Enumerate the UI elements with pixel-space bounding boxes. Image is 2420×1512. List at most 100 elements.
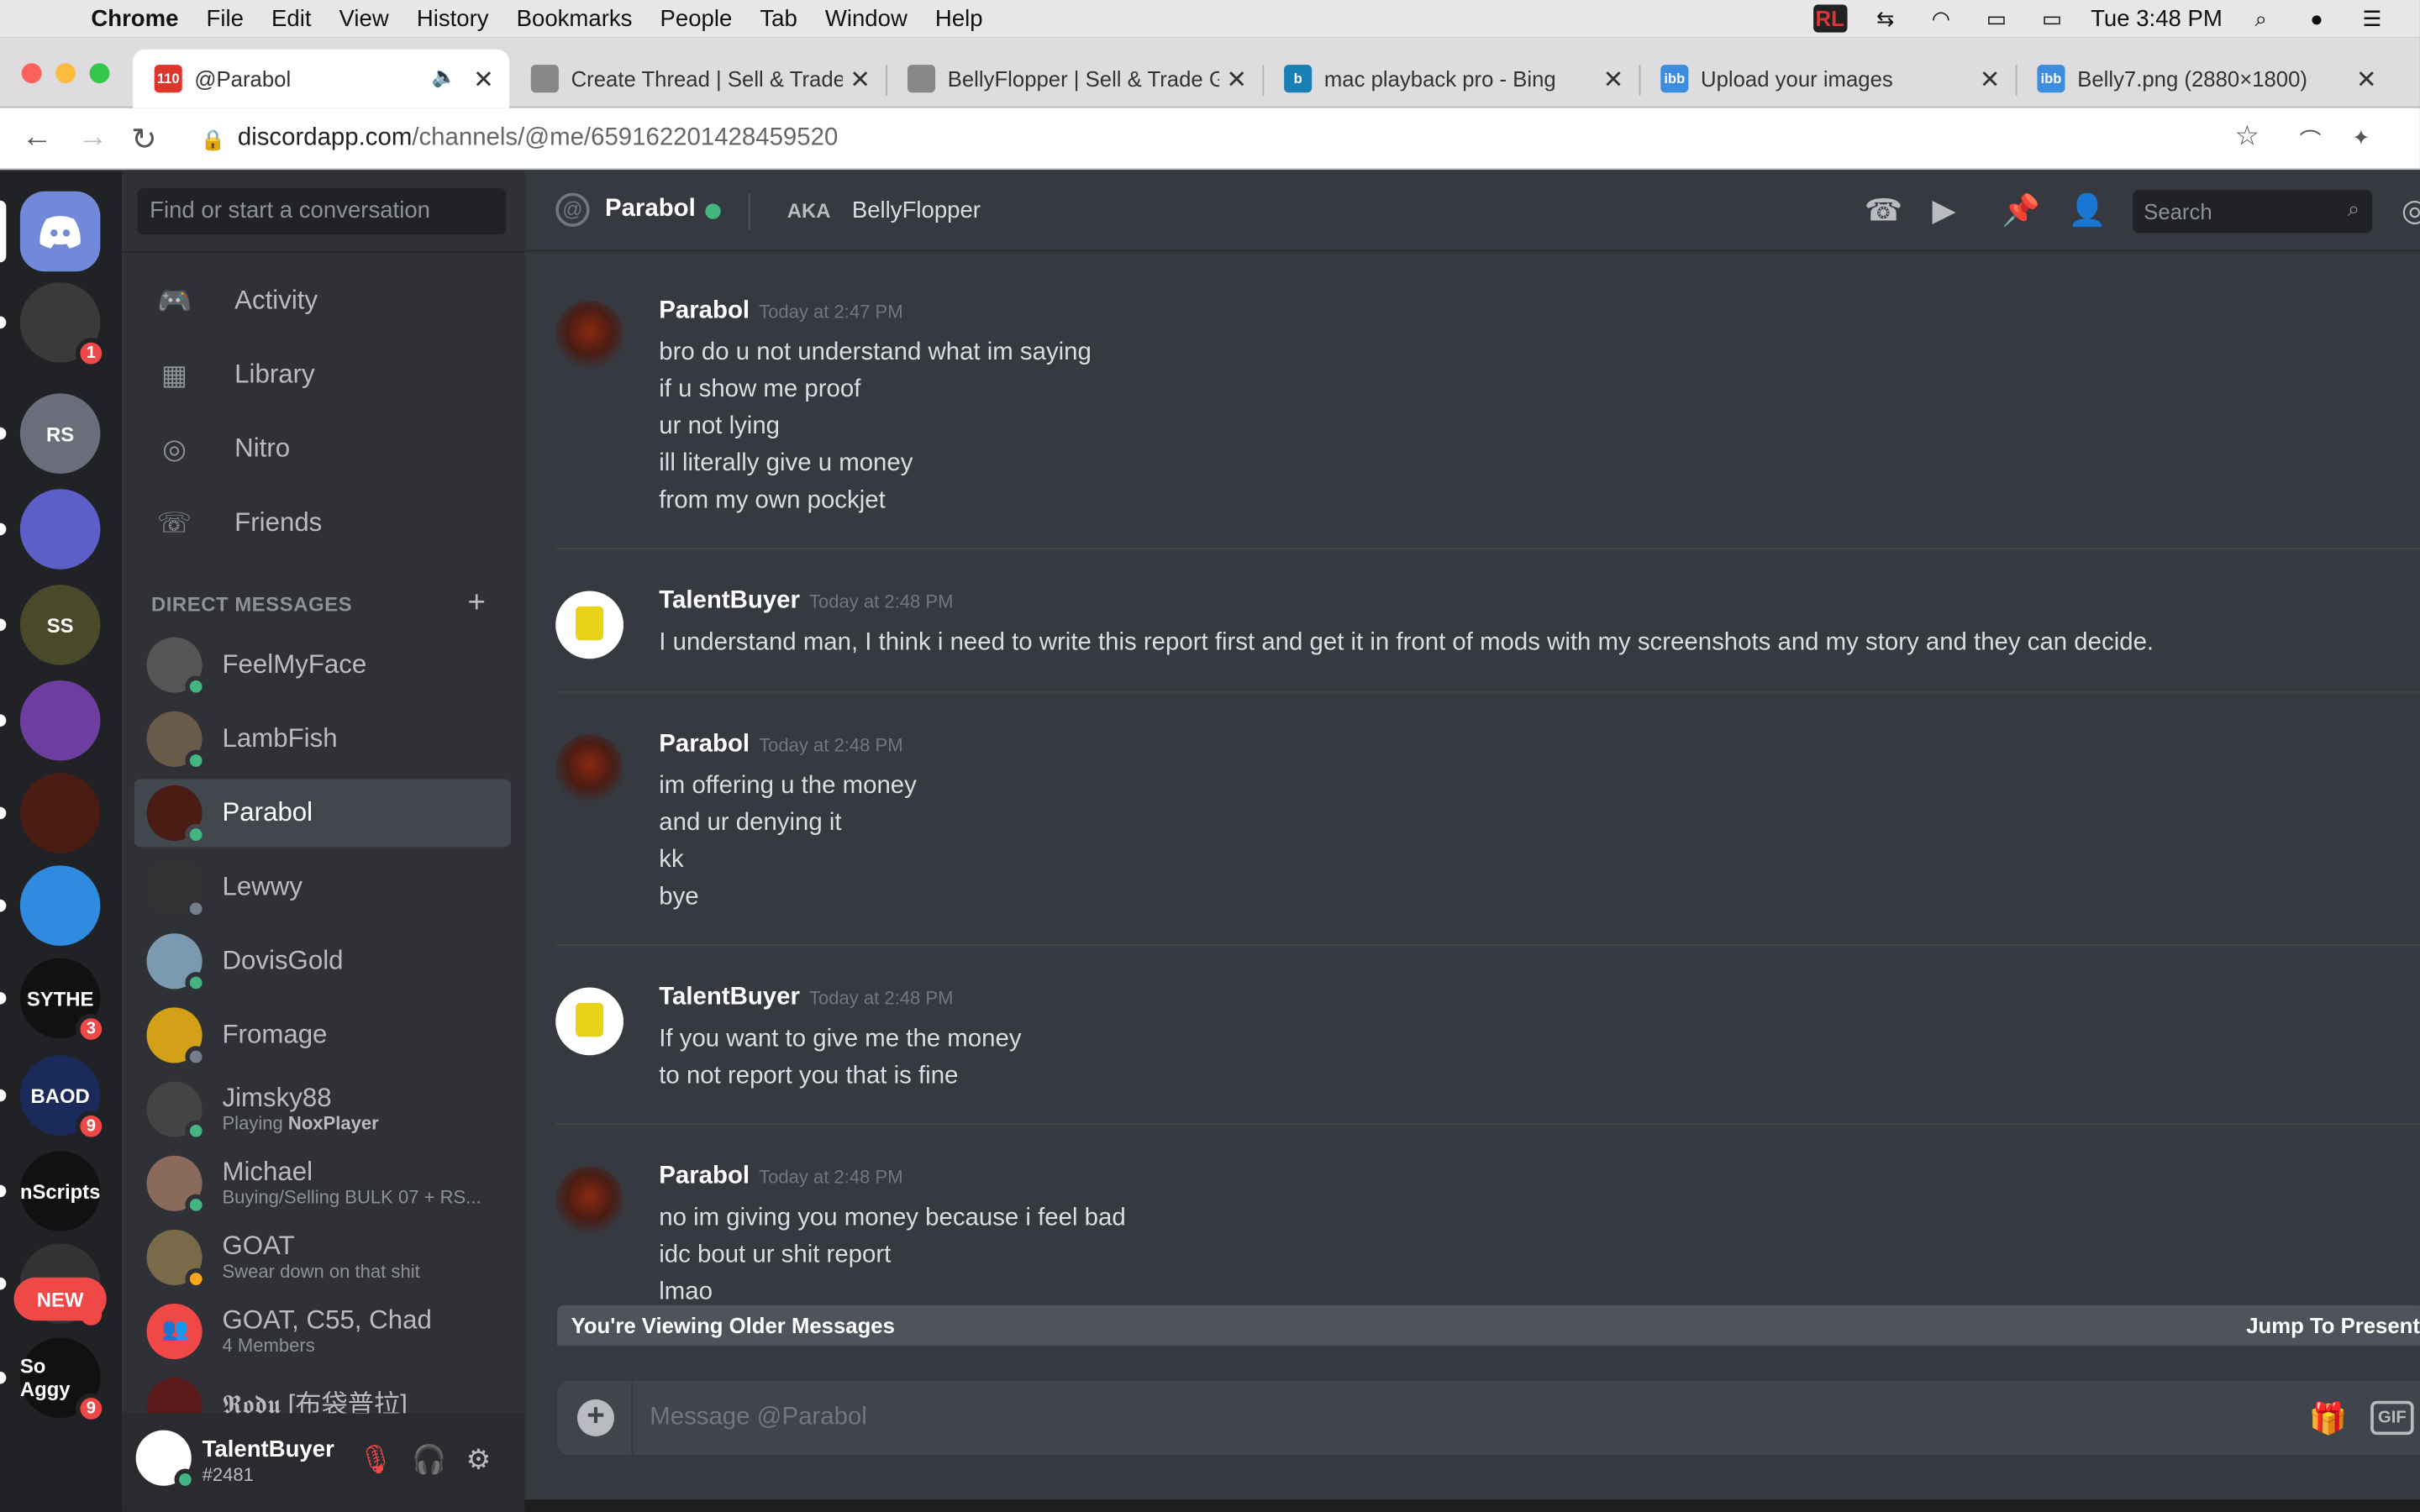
message-input[interactable] — [650, 1396, 2193, 1440]
extension-icon[interactable]: ✦ — [2352, 125, 2370, 151]
pinned-messages-icon[interactable]: 📌 — [2002, 192, 2040, 230]
tab-bellyflopper[interactable]: BellyFlopper | Sell & Trade G ✕ — [886, 50, 1265, 108]
server-icon[interactable]: BAOD 9 — [19, 1055, 107, 1142]
author-avatar[interactable] — [555, 591, 624, 659]
gif-button[interactable]: GIF — [2370, 1400, 2414, 1436]
dm-item[interactable]: GOAT Swear down on that shit — [134, 1224, 511, 1292]
menu-edit[interactable]: Edit — [271, 5, 311, 31]
discord-home-button[interactable] — [19, 191, 101, 272]
close-tab-icon[interactable]: ✕ — [850, 65, 871, 96]
server-icon[interactable]: nScripts — [19, 1151, 100, 1231]
upload-plus-icon[interactable]: + — [576, 1399, 615, 1436]
nav-library[interactable]: ▦ Library — [134, 343, 511, 407]
minimize-window-button[interactable] — [55, 63, 76, 84]
new-button[interactable]: NEW — [13, 1277, 107, 1321]
message-text: If you want to give me the money — [659, 1026, 1022, 1053]
zoom-window-button[interactable] — [89, 63, 110, 84]
author-avatar[interactable] — [555, 301, 624, 369]
server-icon[interactable]: RS — [19, 393, 101, 474]
voice-call-icon[interactable]: ☎ — [1865, 192, 1903, 230]
server-icon[interactable] — [19, 680, 101, 761]
tab-parabol[interactable]: 110 @Parabol 🔈 ✕ — [132, 49, 510, 108]
teamviewer-icon[interactable]: ⇆ — [1869, 5, 1902, 33]
url-field[interactable]: discordapp.com/channels/@me/659162201428… — [238, 125, 838, 153]
message-author[interactable]: Parabol Today at 2:47 PM — [659, 297, 902, 325]
notification-center-icon[interactable]: ☰ — [2355, 5, 2389, 33]
menu-people[interactable]: People — [660, 5, 733, 31]
menu-view[interactable]: View — [339, 5, 389, 31]
server-icon[interactable]: So Aggy 9 — [19, 1337, 107, 1425]
nav-activity[interactable]: 🎮 Activity — [134, 269, 511, 333]
forward-icon[interactable]: → — [77, 120, 108, 155]
close-window-button[interactable] — [21, 63, 42, 84]
back-icon[interactable]: ← — [22, 120, 53, 155]
add-friend-to-dm-icon[interactable]: 👤 — [2068, 192, 2107, 230]
server-icon[interactable]: SS — [19, 585, 101, 665]
server-icon[interactable] — [19, 865, 101, 946]
message-author[interactable]: Parabol Today at 2:48 PM — [659, 1163, 902, 1191]
tab-create-thread[interactable]: Create Thread | Sell & Trade ✕ — [509, 50, 888, 108]
user-avatar[interactable] — [135, 1430, 197, 1491]
author-avatar[interactable] — [555, 987, 624, 1056]
mute-microphone-icon[interactable]: 🎙 — [358, 1444, 393, 1477]
message-author[interactable]: TalentBuyer Today at 2:48 PM — [659, 984, 953, 1012]
dm-item[interactable]: Lewwy — [134, 853, 511, 921]
reload-icon[interactable]: ↻ — [131, 120, 157, 159]
create-dm-plus-icon[interactable]: + — [468, 586, 486, 622]
dm-item[interactable]: LambFish — [134, 705, 511, 773]
speaker-icon[interactable]: 🔈 — [432, 65, 457, 89]
jump-to-present-button[interactable]: Jump To Present — [2246, 1313, 2420, 1337]
tab-bing[interactable]: b mac playback pro - Bing ✕ — [1262, 50, 1641, 108]
server-icon[interactable]: SYTHE 3 — [19, 958, 107, 1045]
battery-icon[interactable]: ▭ — [2035, 5, 2069, 33]
lock-icon[interactable]: 🔒 — [201, 128, 226, 152]
author-avatar[interactable] — [555, 734, 624, 803]
message-author[interactable]: TalentBuyer Today at 2:48 PM — [659, 588, 953, 616]
find-conversation-input[interactable]: Find or start a conversation — [137, 188, 507, 235]
wifi-icon[interactable]: ◠ — [1924, 5, 1958, 33]
spotlight-search-icon[interactable]: ⌕ — [2244, 5, 2278, 33]
menu-bookmarks[interactable]: Bookmarks — [517, 5, 633, 31]
menu-help[interactable]: Help — [935, 5, 983, 31]
dm-item[interactable]: Parabol — [134, 779, 511, 848]
menu-window[interactable]: Window — [825, 5, 908, 31]
gift-icon[interactable]: 🎁 — [2309, 1399, 2348, 1438]
tab-belly7[interactable]: ibb Belly7.png (2880×1800) ✕ — [2016, 50, 2392, 108]
siri-icon[interactable]: ● — [2300, 5, 2333, 33]
nav-friends[interactable]: ☏ Friends — [134, 491, 511, 555]
video-call-icon[interactable]: ▶ — [1933, 192, 1956, 230]
dm-item[interactable]: Michael Buying/Selling BULK 07 + RS... — [134, 1149, 511, 1217]
library-icon: ▦ — [160, 359, 188, 390]
bookmark-star-icon[interactable]: ☆ — [2235, 120, 2260, 153]
tab-upload-images[interactable]: ibb Upload your images ✕ — [1639, 50, 2018, 108]
dm-item[interactable]: Jimsky88 Playing NoxPlayer — [134, 1075, 511, 1143]
close-tab-icon[interactable]: ✕ — [1226, 65, 1247, 96]
close-tab-icon[interactable]: ✕ — [1980, 65, 2001, 96]
menu-tab[interactable]: Tab — [760, 5, 797, 31]
nav-nitro[interactable]: ◎ Nitro — [134, 417, 511, 481]
clock[interactable]: Tue 3:48 PM — [2091, 5, 2223, 31]
close-tab-icon[interactable]: ✕ — [473, 65, 494, 96]
rl-status-icon[interactable]: RL — [1812, 4, 1847, 33]
extension-icon[interactable]: ⌒ — [2300, 125, 2322, 156]
dm-item[interactable]: 👥 GOAT, C55, Chad 4 Members — [134, 1298, 511, 1366]
help-icon[interactable]: ◎ — [2402, 192, 2420, 230]
message-author[interactable]: Parabol Today at 2:48 PM — [659, 732, 902, 759]
search-input[interactable]: Search ⌕ — [2133, 189, 2373, 234]
dm-item[interactable]: DovisGold — [134, 927, 511, 995]
deafen-headphones-icon[interactable]: 🎧 — [412, 1444, 446, 1477]
author-avatar[interactable] — [555, 1166, 624, 1235]
close-tab-icon[interactable]: ✕ — [1603, 65, 1624, 96]
menu-history[interactable]: History — [417, 5, 489, 31]
settings-gear-icon[interactable]: ⚙ — [466, 1444, 492, 1477]
close-tab-icon[interactable]: ✕ — [2356, 65, 2377, 96]
dm-item[interactable]: Fromage — [134, 1001, 511, 1069]
dm-item[interactable]: FeelMyFace — [134, 631, 511, 699]
menu-app-name[interactable]: Chrome — [91, 5, 178, 31]
menu-file[interactable]: File — [207, 5, 244, 31]
server-icon[interactable] — [19, 773, 101, 853]
server-icon[interactable] — [19, 489, 101, 570]
airplay-icon[interactable]: ▭ — [1980, 5, 2013, 33]
server-icon[interactable]: 1 — [19, 282, 107, 369]
tab-title: BellyFlopper | Sell & Trade G — [947, 66, 1219, 92]
